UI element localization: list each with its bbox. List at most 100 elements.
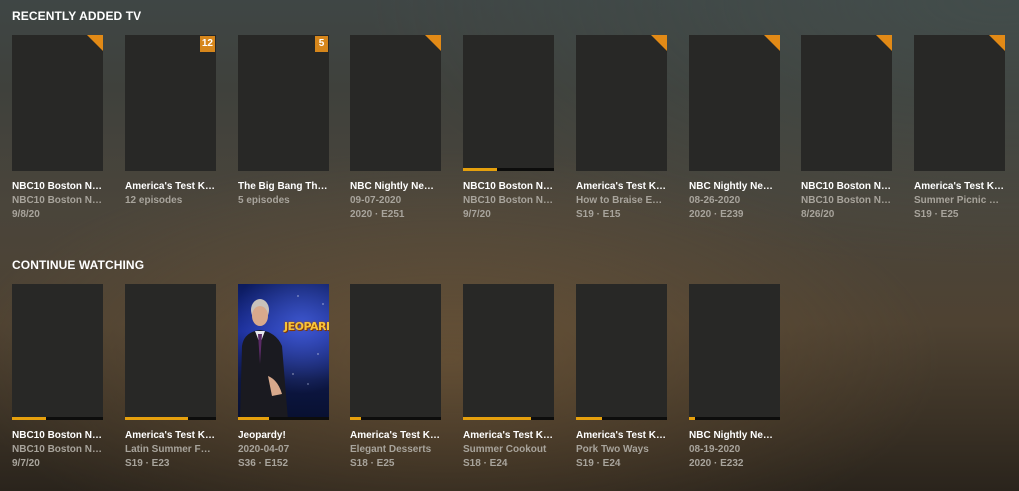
recently-added-card[interactable]: NBC10 Boston Ne... NBC10 Boston Ne... 9/7/…: [463, 35, 554, 222]
card-title[interactable]: The Big Bang The...: [238, 180, 329, 194]
poster-thumbnail[interactable]: [801, 35, 892, 171]
recently-added-card[interactable]: 12 America's Test Kit... 12 episodes: [125, 35, 216, 222]
poster-thumbnail[interactable]: [914, 35, 1005, 171]
unwatched-count-badge: 5: [315, 36, 328, 52]
recently-added-card[interactable]: America's Test Kit... Summer Picnic Pa...…: [914, 35, 1005, 222]
card-detail: S19 · E24: [576, 458, 621, 469]
unwatched-corner-icon: [425, 35, 441, 51]
card-subtitle[interactable]: Summer Cookout: [463, 443, 554, 457]
card-subtitle[interactable]: 08-19-2020: [689, 443, 780, 457]
card-title[interactable]: America's Test Kit...: [914, 180, 1005, 194]
continue-watching-section: CONTINUE WATCHING NBC10 Boston Ne... NBC1…: [12, 257, 1019, 469]
progress-bar-fill: [689, 417, 696, 420]
continue-watching-card[interactable]: NBC Nightly News... 08-19-2020 2020 · E232: [689, 284, 780, 471]
card-subtitle[interactable]: 08-26-2020: [689, 194, 780, 208]
recently-added-card[interactable]: NBC10 Boston Ne... NBC10 Boston Ne... 8/26…: [801, 35, 892, 222]
card-detail: 9/7/20: [12, 458, 40, 469]
card-detail: 2020 · E251: [350, 209, 405, 220]
card-title[interactable]: America's Test Kit...: [463, 429, 554, 443]
card-title[interactable]: NBC10 Boston Ne...: [12, 180, 103, 194]
poster-thumbnail[interactable]: [689, 35, 780, 171]
progress-bar: [12, 417, 103, 420]
unwatched-corner-icon: [651, 35, 667, 51]
continue-watching-card[interactable]: America's Test Kit... Pork Two Ways S19 · …: [576, 284, 667, 471]
card-subtitle[interactable]: Latin Summer Fav...: [125, 443, 216, 457]
poster-thumbnail[interactable]: 12: [125, 35, 216, 171]
recently-added-card[interactable]: NBC10 Boston Ne... NBC10 Boston Ne... 9/8/…: [12, 35, 103, 222]
card-subtitle[interactable]: Elegant Desserts: [350, 443, 441, 457]
progress-bar: [463, 168, 554, 171]
card-meta: NBC10 Boston Ne... NBC10 Boston Ne... 9/8/…: [12, 180, 103, 222]
card-title[interactable]: America's Test Kit...: [350, 429, 441, 443]
card-subtitle[interactable]: NBC10 Boston Ne...: [12, 194, 103, 208]
progress-bar: [125, 417, 216, 420]
poster-thumbnail[interactable]: 5: [238, 35, 329, 171]
card-title[interactable]: America's Test Kit...: [576, 180, 667, 194]
card-subtitle[interactable]: Pork Two Ways: [576, 443, 667, 457]
card-meta: America's Test Kit... How to Braise Eve..…: [576, 180, 667, 222]
card-meta: NBC10 Boston Ne... NBC10 Boston Ne... 9/7/…: [463, 180, 554, 222]
card-detail: [125, 208, 216, 222]
card-title[interactable]: NBC Nightly News...: [689, 180, 780, 194]
card-title[interactable]: NBC Nightly News...: [689, 429, 780, 443]
card-subtitle[interactable]: NBC10 Boston Ne...: [463, 194, 554, 208]
poster-thumbnail[interactable]: [576, 35, 667, 171]
card-detail: 2020 · E232: [689, 458, 744, 469]
card-title[interactable]: America's Test Kit...: [576, 429, 667, 443]
continue-watching-card[interactable]: America's Test Kit... Latin Summer Fav...…: [125, 284, 216, 471]
card-detail: S36 · E152: [238, 458, 289, 469]
continue-watching-card[interactable]: NBC10 Boston Ne... NBC10 Boston Ne... 9/7/…: [12, 284, 103, 471]
continue-watching-card[interactable]: America's Test Kit... Elegant Desserts S18…: [350, 284, 441, 471]
recently-added-card[interactable]: NBC Nightly News... 08-26-2020 2020 · E239: [689, 35, 780, 222]
recently-added-card[interactable]: 5 The Big Bang The... 5 episodes: [238, 35, 329, 222]
continue-watching-heading[interactable]: CONTINUE WATCHING: [12, 257, 1019, 273]
card-subtitle[interactable]: 12 episodes: [125, 194, 216, 208]
card-meta: NBC Nightly News... 08-19-2020 2020 · E232: [689, 429, 780, 471]
card-subtitle[interactable]: Summer Picnic Pa...: [914, 194, 1005, 208]
poster-thumbnail[interactable]: [576, 284, 667, 420]
poster-thumbnail[interactable]: [689, 284, 780, 420]
unwatched-count-badge: 12: [199, 36, 215, 52]
card-subtitle[interactable]: NBC10 Boston Ne...: [12, 443, 103, 457]
progress-bar: [350, 417, 441, 420]
card-title[interactable]: NBC10 Boston Ne...: [801, 180, 892, 194]
card-detail: S18 · E24: [463, 458, 508, 469]
card-meta: NBC10 Boston Ne... NBC10 Boston Ne... 8/26…: [801, 180, 892, 222]
poster-thumbnail[interactable]: [463, 284, 554, 420]
progress-bar-fill: [12, 417, 46, 420]
poster-thumbnail[interactable]: [350, 284, 441, 420]
card-meta: Jeopardy! 2020-04-07 S36 · E152: [238, 429, 329, 471]
progress-bar-fill: [238, 417, 269, 420]
card-subtitle[interactable]: 2020-04-07: [238, 443, 329, 457]
recently-added-heading[interactable]: RECENTLY ADDED TV: [12, 8, 1019, 24]
progress-bar: [689, 417, 780, 420]
card-title[interactable]: America's Test Kit...: [125, 429, 216, 443]
recently-added-row: NBC10 Boston Ne... NBC10 Boston Ne... 9/8/…: [12, 35, 1019, 235]
card-title[interactable]: NBC10 Boston Ne...: [12, 429, 103, 443]
card-title[interactable]: NBC10 Boston Ne...: [463, 180, 554, 194]
poster-thumbnail[interactable]: [12, 284, 103, 420]
card-subtitle[interactable]: How to Braise Eve...: [576, 194, 667, 208]
card-detail: 9/8/20: [12, 209, 40, 220]
continue-watching-row: NBC10 Boston Ne... NBC10 Boston Ne... 9/7/…: [12, 284, 1019, 484]
continue-watching-card[interactable]: JEOPARDY! Jeopardy!2020-04-07S36 · E152: [238, 284, 329, 471]
recently-added-card[interactable]: America's Test Kit... How to Braise Eve..…: [576, 35, 667, 222]
progress-bar: [238, 417, 329, 420]
poster-thumbnail[interactable]: JEOPARDY!: [238, 284, 329, 420]
progress-bar: [463, 417, 554, 420]
poster-thumbnail[interactable]: [12, 35, 103, 171]
recently-added-card[interactable]: NBC Nightly News... 09-07-2020 2020 · E251: [350, 35, 441, 222]
unwatched-corner-icon: [876, 35, 892, 51]
continue-watching-card[interactable]: America's Test Kit... Summer Cookout S18 ·…: [463, 284, 554, 471]
card-detail: S18 · E25: [350, 458, 395, 469]
progress-bar-fill: [350, 417, 361, 420]
card-title[interactable]: NBC Nightly News...: [350, 180, 441, 194]
poster-thumbnail[interactable]: [350, 35, 441, 171]
poster-thumbnail[interactable]: [463, 35, 554, 171]
card-subtitle[interactable]: 09-07-2020: [350, 194, 441, 208]
card-subtitle[interactable]: 5 episodes: [238, 194, 329, 208]
poster-thumbnail[interactable]: [125, 284, 216, 420]
card-title[interactable]: America's Test Kit...: [125, 180, 216, 194]
card-title[interactable]: Jeopardy!: [238, 429, 329, 443]
card-subtitle[interactable]: NBC10 Boston Ne...: [801, 194, 892, 208]
